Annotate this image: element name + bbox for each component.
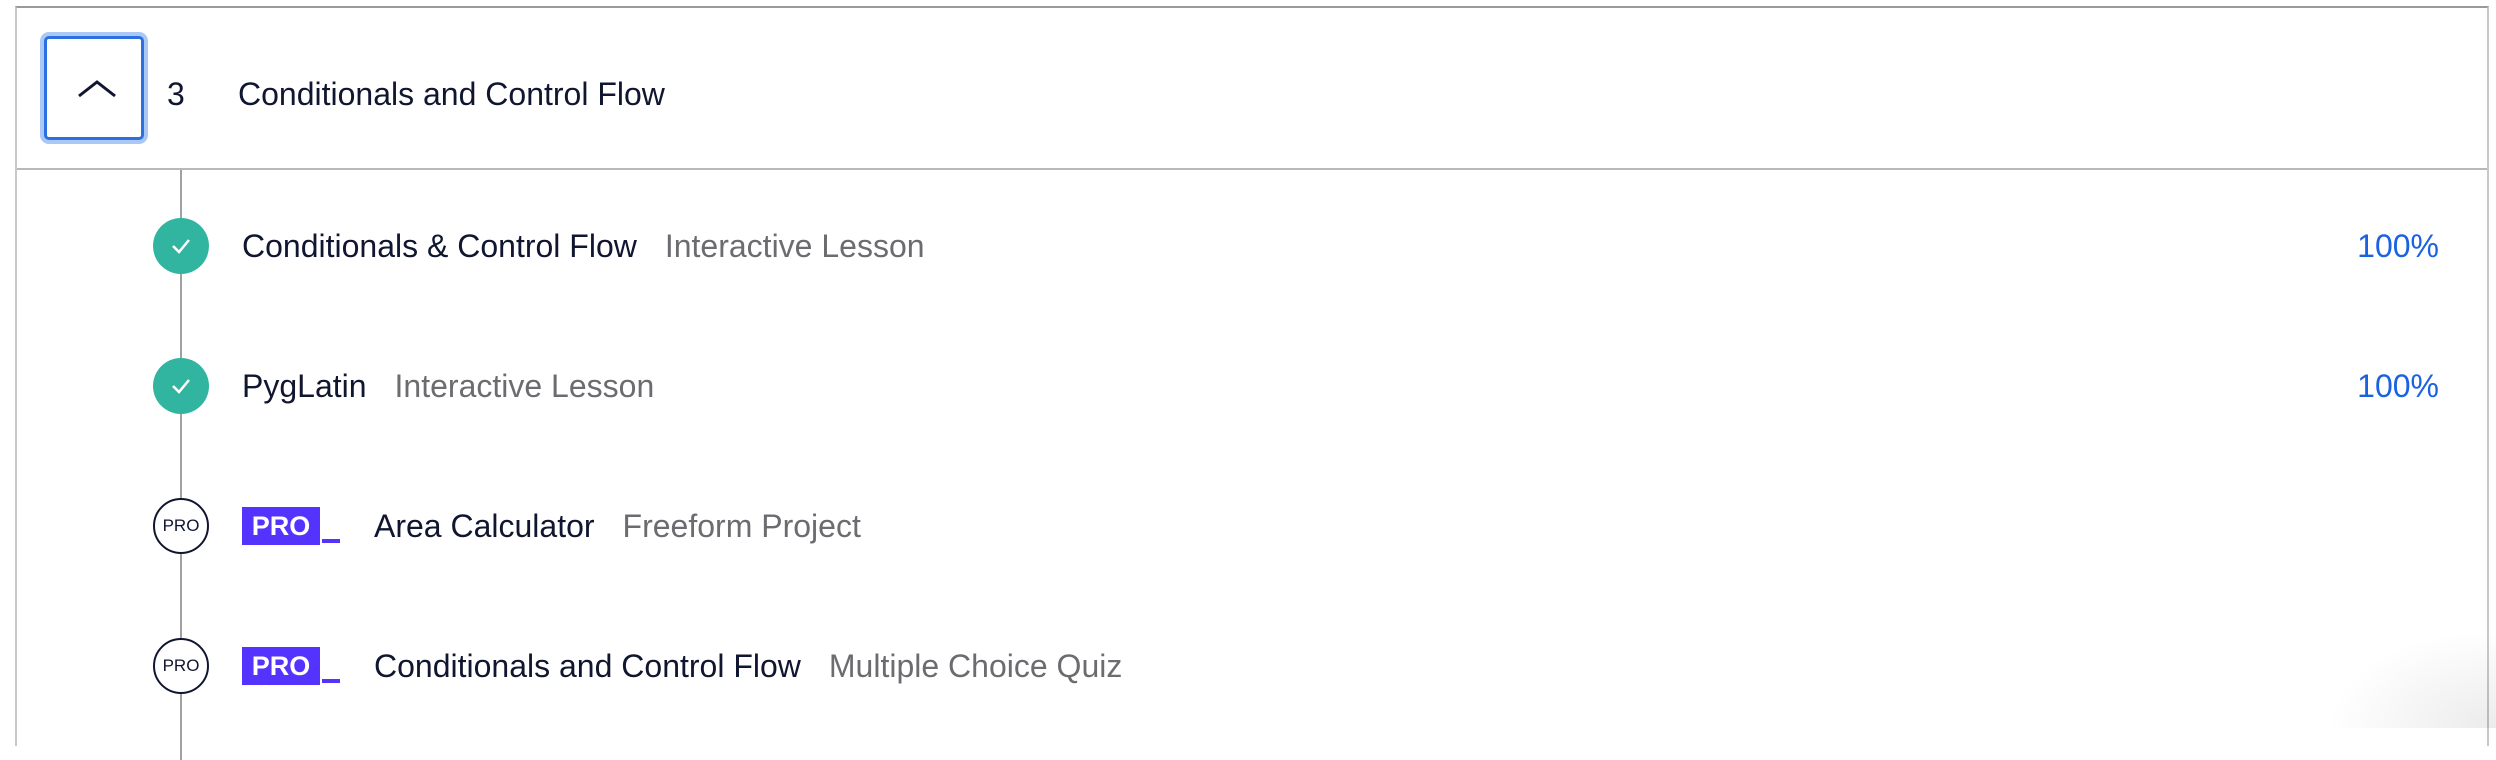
lesson-type: Interactive Lesson xyxy=(664,228,925,264)
lesson-title[interactable]: Conditionals and Control Flow xyxy=(374,648,801,684)
pro-status-icon: PRO xyxy=(153,498,209,554)
lesson-title[interactable]: Conditionals & Control Flow xyxy=(242,228,637,264)
lesson-item[interactable]: PRO PRO Area Calculator Freeform Project xyxy=(17,476,2487,576)
lesson-progress: 100% xyxy=(2357,368,2439,404)
module-title: Conditionals and Control Flow xyxy=(238,76,665,112)
lesson-item[interactable]: Conditionals & Control Flow Interactive L… xyxy=(17,196,2487,296)
lesson-type: Freeform Project xyxy=(622,508,861,544)
module-number: 3 xyxy=(167,76,185,112)
pro-badge: PRO xyxy=(242,647,320,685)
module-header[interactable]: 3 Conditionals and Control Flow xyxy=(17,8,2487,170)
lesson-title-wrap: PygLatin Interactive Lesson xyxy=(242,366,654,406)
pro-badge-cursor xyxy=(322,539,340,543)
lesson-title-wrap: Conditionals & Control Flow Interactive L… xyxy=(242,226,925,266)
lesson-title-wrap: Conditionals and Control Flow Multiple Ch… xyxy=(374,646,1122,686)
module-card: 3 Conditionals and Control Flow Conditio… xyxy=(15,6,2489,760)
completed-status-icon xyxy=(153,358,209,414)
lesson-item[interactable]: PRO PRO Conditionals and Control Flow Mul… xyxy=(17,616,2487,716)
corner-shadow xyxy=(2326,628,2496,728)
lesson-title[interactable]: Area Calculator xyxy=(374,508,595,544)
lesson-progress: 100% xyxy=(2357,228,2439,264)
lesson-title[interactable]: PygLatin xyxy=(242,368,367,404)
chevron-up-icon xyxy=(78,80,116,98)
pro-status-icon: PRO xyxy=(153,638,209,694)
lesson-item[interactable]: PygLatin Interactive Lesson 100% xyxy=(17,336,2487,436)
lesson-type: Interactive Lesson xyxy=(394,368,655,404)
completed-status-icon xyxy=(153,218,209,274)
collapse-toggle-button[interactable] xyxy=(44,36,144,140)
check-icon xyxy=(172,379,190,394)
lesson-type: Multiple Choice Quiz xyxy=(828,648,1123,684)
lesson-title-wrap: Area Calculator Freeform Project xyxy=(374,506,861,546)
pro-badge: PRO xyxy=(242,507,320,545)
check-icon xyxy=(172,239,190,254)
pro-badge-cursor xyxy=(322,679,340,683)
